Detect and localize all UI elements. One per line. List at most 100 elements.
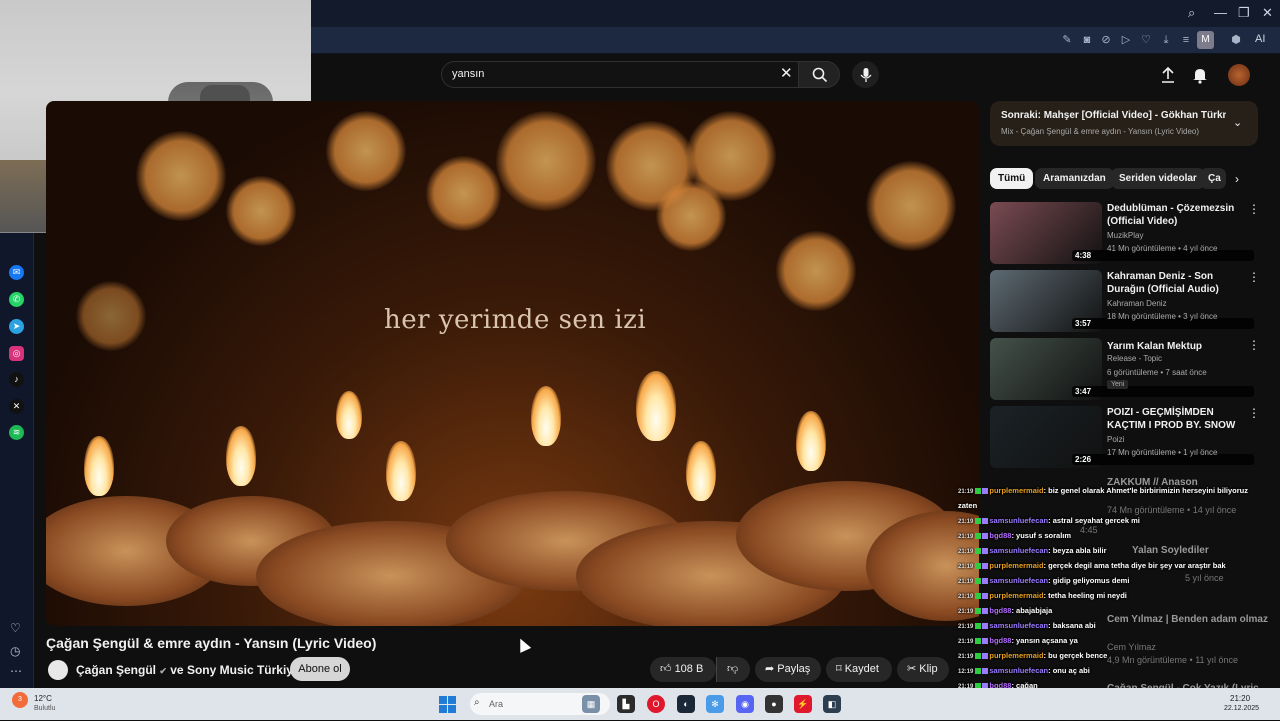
windows-start-icon[interactable] [439,696,456,713]
telegram-icon[interactable]: ➤ [9,319,24,334]
instagram-icon[interactable]: ◎ [9,346,24,361]
chat-username[interactable]: purplemermaid [989,561,1043,570]
search-button[interactable] [798,61,840,88]
chip-all[interactable]: Tümü [990,168,1034,189]
clip-button[interactable]: ✂ Klip [897,657,949,682]
app-icon[interactable]: ◧ [823,695,841,713]
search-tabs-icon[interactable]: ⌕ [1188,5,1195,21]
whatsapp-icon[interactable]: ✆ [9,292,24,307]
chat-username[interactable]: bgd88 [989,531,1011,540]
chat-username[interactable]: bgd88 [989,606,1011,615]
recommendation-title[interactable]: Yarım Kalan Mektup [1107,340,1237,353]
chat-username[interactable]: samsunluefecan [989,516,1048,525]
menu-icon[interactable]: ≡ [1179,33,1193,47]
chat-username[interactable]: samsunluefecan [989,546,1048,555]
more-icon[interactable]: ⋯ [10,664,22,678]
more-options-icon[interactable]: ⋮ [1248,406,1260,420]
clock-time[interactable]: 21:20 [1230,694,1250,703]
chevron-down-icon[interactable]: ⌄ [1233,116,1242,129]
maximize-icon[interactable]: ❐ [1238,5,1250,21]
chat-username[interactable]: bgd88 [989,636,1011,645]
chip-from-search[interactable]: Aramanızdan [1035,168,1114,189]
recommendation-title[interactable]: Dedublüman - Çözemezsin (Official Video) [1107,202,1237,228]
like-button[interactable]: 👍︎ 108 B [650,657,716,682]
chat-timestamp: 21:19 [958,654,974,660]
video-player[interactable] [46,101,979,626]
chip-series[interactable]: Seriden videolar [1111,168,1205,189]
channel-name[interactable]: Çağan Şengül ✔ ve Sony Music Türkiye ✔ [76,663,311,677]
close-icon[interactable]: ✕ [1262,5,1273,21]
extension-icon[interactable]: ⬢ [1229,33,1243,47]
recommendation-channel[interactable]: Poizi [1107,435,1124,444]
voice-search-button[interactable] [852,61,879,88]
more-options-icon[interactable]: ⋮ [1248,338,1260,352]
recommendation-item[interactable]: 2:26 POIZI - GEÇMİŞİMDEN KAÇTIM I PROD B… [990,406,1260,468]
tiktok-icon[interactable]: ♪ [9,372,24,387]
opera-icon[interactable]: O [647,695,665,713]
channel-name-primary[interactable]: Çağan Şengül [76,663,156,677]
chat-username[interactable]: samsunluefecan [989,576,1048,585]
recommendation-item[interactable]: 4:38 Dedublüman - Çözemezsin (Official V… [990,202,1260,264]
recommendation-channel[interactable]: Kahraman Deniz [1107,299,1167,308]
obs-icon[interactable]: ● [765,695,783,713]
chat-username[interactable]: samsunluefecan [989,621,1048,630]
weather-badge[interactable]: 3 [12,692,28,708]
chat-username[interactable]: purplemermaid [989,591,1043,600]
shield-icon[interactable]: ⊘ [1099,33,1113,47]
ai-button[interactable]: AI [1255,33,1265,45]
minimize-icon[interactable]: — [1214,5,1227,20]
heart-icon[interactable]: ♡ [10,621,21,635]
spotify-icon[interactable]: ≋ [9,425,24,440]
play-icon[interactable]: ▷ [1119,33,1133,47]
search-input[interactable]: yansın [452,68,484,80]
channel-name-secondary[interactable]: Sony Music Türkiye [187,663,300,677]
chat-username[interactable]: purplemermaid [989,486,1043,495]
notifications-icon[interactable] [1190,65,1210,85]
dislike-button[interactable]: 👎︎ [716,657,750,682]
profile-badge[interactable]: M [1197,31,1214,49]
chip-more[interactable]: Ça [1200,168,1226,189]
heart-icon[interactable]: ♡ [1139,33,1153,47]
history-icon[interactable]: ◷ [10,644,20,658]
x-icon[interactable]: ✕ [9,399,24,414]
clock-date[interactable]: 22.12.2025 [1224,705,1259,712]
search-box[interactable] [441,61,799,88]
chat-timestamp: 21:19 [958,519,974,525]
steam-icon[interactable]: ◐ [677,695,695,713]
recommendation-title[interactable]: POIZI - GEÇMİŞİMDEN KAÇTIM I PROD BY. SN… [1107,406,1237,432]
up-next-title[interactable]: Sonraki: Mahşer [Official Video] - Gökha… [1001,110,1226,121]
up-next-card[interactable] [990,101,1258,146]
more-options-icon[interactable]: ⋮ [1248,270,1260,284]
recommendation-channel[interactable]: Release - Topic [1107,354,1162,363]
download-icon[interactable]: ⤓ [1159,33,1173,47]
weather-temperature[interactable]: 12°C [34,694,52,703]
settings-icon[interactable]: ✻ [706,695,724,713]
camera-icon[interactable]: ◙ [1080,33,1094,47]
edit-icon[interactable]: ✎ [1060,33,1074,47]
file-explorer-icon[interactable]: ▙ [617,695,635,713]
widgets-icon[interactable]: ▦ [582,695,600,713]
more-options-icon[interactable]: ⋮ [1248,202,1260,216]
recommendation-channel[interactable]: MuzikPlay [1107,231,1143,240]
upload-icon[interactable] [1158,65,1178,85]
subscribe-button[interactable]: Abone ol [290,657,350,681]
chat-badge-icon [975,638,982,645]
recommendation-item[interactable]: 3:47 Yarım Kalan Mektup Release - Topic … [990,338,1260,400]
discord-icon[interactable]: ◉ [736,695,754,713]
chat-username[interactable]: samsunluefecan [989,666,1048,675]
save-label: Kaydet [844,663,879,675]
recommendation-item[interactable]: 3:57 Kahraman Deniz - Son Durağın (Offic… [990,270,1260,332]
clear-search-icon[interactable]: ✕ [780,64,793,82]
app-icon[interactable]: ⚡ [794,695,812,713]
recommendation-title[interactable]: Kahraman Deniz - Son Durağın (Official A… [1107,270,1237,296]
share-button[interactable]: ➦ Paylaş [755,657,821,682]
chat-timestamp: 21:19 [958,609,974,615]
candle-flame [796,411,826,471]
account-avatar[interactable] [1228,64,1250,86]
chevron-right-icon[interactable]: › [1235,172,1239,186]
chat-username[interactable]: purplemermaid [989,651,1043,660]
save-button[interactable]: ⌑ Kaydet [826,657,892,682]
messenger-icon[interactable]: ✉ [9,265,24,280]
taskbar-search-placeholder[interactable]: Ara [489,699,503,709]
channel-avatar[interactable] [48,660,68,680]
